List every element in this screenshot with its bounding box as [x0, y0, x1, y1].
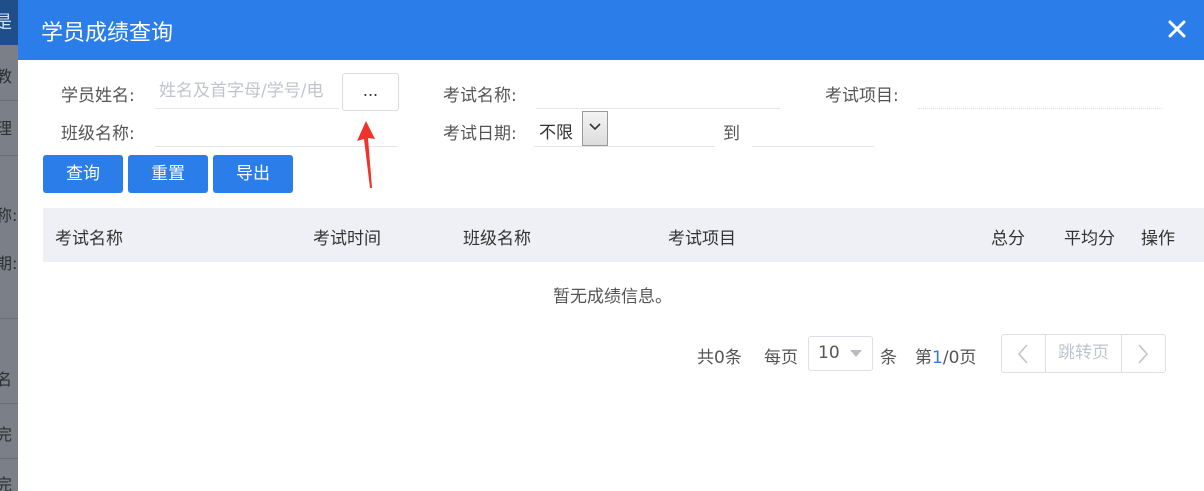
column-total-score: 总分	[991, 229, 1025, 249]
exam-name-input[interactable]	[536, 73, 780, 109]
exam-date-range-value: 不限	[539, 123, 573, 143]
annotation-arrow-icon	[357, 121, 375, 188]
background-text: 称:	[0, 206, 18, 225]
empty-table-message: 暂无成绩信息。	[553, 287, 672, 307]
chevron-left-icon	[1017, 344, 1028, 364]
reset-button[interactable]: 重置	[128, 155, 208, 193]
exam-name-label: 考试名称:	[443, 86, 517, 106]
export-button[interactable]: 导出	[213, 155, 293, 193]
table-header: 考试名称 考试时间 班级名称 考试项目 总分 平均分 操作	[43, 208, 1204, 262]
dropdown-button[interactable]	[582, 111, 608, 146]
background-text: 完	[0, 475, 13, 491]
column-average-score: 平均分	[1064, 229, 1115, 249]
score-query-dialog: 学员成绩查询 学员姓名: ... 考试名称: 考试项目: 班级名称: 考试日期:…	[18, 0, 1204, 491]
page-size-select[interactable]: 10	[808, 336, 873, 371]
background-text: 期:	[0, 254, 18, 273]
background-text: 名	[0, 370, 13, 389]
background-header: 是	[0, 0, 18, 45]
background-app: 是 教 理 称: 期: 名 完 完	[0, 0, 18, 491]
column-exam-name: 考试名称	[55, 229, 123, 249]
chevron-right-icon	[1138, 344, 1149, 364]
dialog-header: 学员成绩查询	[18, 0, 1204, 60]
background-divider	[0, 403, 18, 404]
caret-down-icon	[850, 350, 862, 357]
exam-date-range-select[interactable]: 不限	[534, 111, 715, 147]
background-text: 完	[0, 425, 13, 444]
exam-date-label: 考试日期:	[443, 124, 517, 144]
background-divider	[0, 155, 18, 156]
previous-page-button[interactable]	[1002, 335, 1046, 372]
per-page-unit: 条	[880, 348, 897, 368]
column-exam-time: 考试时间	[313, 229, 381, 249]
exam-item-label: 考试项目:	[825, 86, 899, 106]
pagination-total: 共0条	[697, 348, 742, 368]
background-divider	[0, 100, 18, 101]
student-picker-button[interactable]: ...	[342, 73, 399, 111]
close-button[interactable]	[1164, 16, 1190, 42]
query-button[interactable]: 查询	[43, 155, 123, 193]
class-name-label: 班级名称:	[61, 124, 135, 144]
column-actions: 操作	[1141, 229, 1175, 249]
exam-item-select[interactable]	[918, 73, 1162, 109]
page-indicator: 第1/0页	[915, 348, 977, 368]
background-divider	[0, 318, 18, 319]
column-exam-item: 考试项目	[668, 229, 736, 249]
background-divider	[0, 458, 18, 459]
exam-date-end-input[interactable]	[752, 111, 874, 147]
next-page-button[interactable]	[1122, 335, 1165, 372]
date-to-label: 到	[723, 124, 740, 144]
background-header-text: 是	[0, 12, 12, 33]
page-size-value: 10	[818, 343, 840, 363]
student-name-label: 学员姓名:	[61, 86, 135, 106]
pagination-controls: 跳转页	[1001, 334, 1166, 373]
background-text: 理	[0, 119, 13, 138]
close-icon	[1168, 20, 1186, 38]
jump-page-button[interactable]: 跳转页	[1046, 335, 1122, 372]
dialog-title: 学员成绩查询	[41, 21, 174, 46]
student-name-input[interactable]	[155, 73, 339, 109]
column-class-name: 班级名称	[463, 229, 531, 249]
per-page-label: 每页	[764, 348, 798, 368]
background-text: 教	[0, 67, 13, 86]
chevron-down-icon	[589, 123, 601, 131]
